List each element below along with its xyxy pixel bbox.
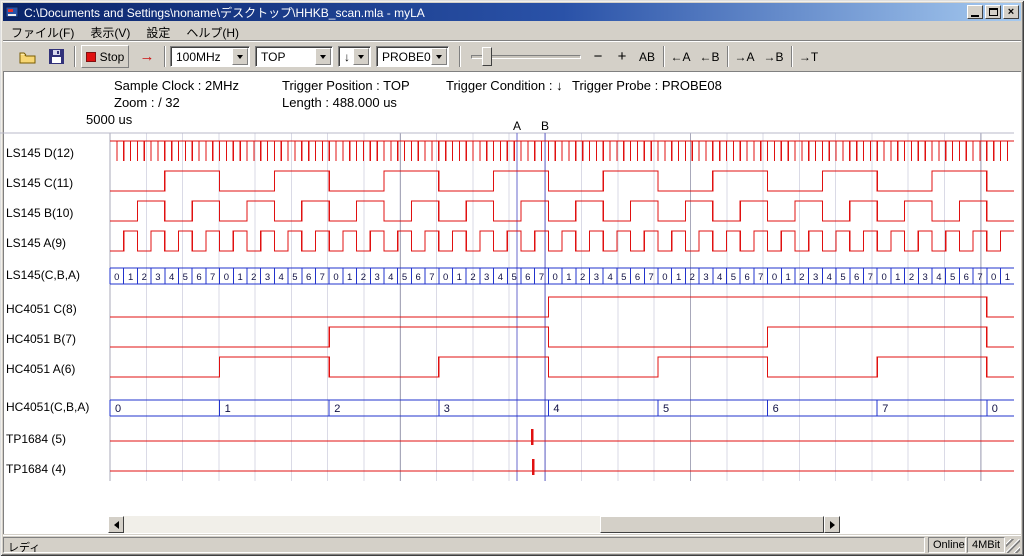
channel-label-hc4051-b: HC4051 B(7) — [6, 332, 106, 346]
zoom-slider-handle[interactable] — [482, 47, 492, 66]
channel-label-hc4051-a: HC4051 A(6) — [6, 362, 106, 376]
app-window: C:\Documents and Settings\noname\デスクトップ\… — [0, 0, 1024, 556]
sample-clock-info: Sample Clock : 2MHz — [114, 78, 239, 93]
channel-label-hc4051-bus: HC4051(C,B,A) — [6, 400, 106, 414]
menu-file[interactable]: ファイル(F) — [3, 22, 82, 40]
zoom-out-button[interactable]: − — [587, 45, 609, 68]
channel-label-ls145-a: LS145 A(9) — [6, 236, 106, 250]
app-icon — [5, 5, 20, 19]
status-ready: レディ — [3, 537, 925, 553]
close-icon: × — [1008, 6, 1014, 18]
channel-label-ls145-c: LS145 C(11) — [6, 176, 106, 190]
dropdown-arrow-icon[interactable] — [431, 48, 447, 65]
timebase-label: 5000 us — [86, 112, 132, 127]
toolbar-separator — [164, 46, 166, 67]
scroll-left-button[interactable] — [108, 516, 124, 533]
trigger-probe-value: PROBE00 — [382, 50, 437, 64]
trigger-probe-combo[interactable]: PROBE00 — [376, 46, 449, 67]
open-folder-icon — [19, 50, 37, 64]
scrollbar-thumb[interactable] — [600, 516, 824, 533]
channel-label-ls145-b: LS145 B(10) — [6, 206, 106, 220]
menu-view[interactable]: 表示(V) — [82, 22, 138, 40]
open-button[interactable] — [15, 45, 41, 68]
waveform-view[interactable] — [3, 71, 1021, 534]
menubar: ファイル(F) 表示(V) 設定 ヘルプ(H) — [3, 22, 247, 40]
status-memory: 4MBit — [967, 537, 1005, 553]
goto-a-left-button[interactable]: ←A — [667, 45, 694, 68]
trigger-position-info: Trigger Position : TOP — [282, 78, 410, 93]
run-arrow-icon: → — [140, 48, 155, 65]
minimize-button[interactable] — [967, 5, 983, 19]
trigger-edge-value: ↓ — [344, 50, 350, 64]
stop-icon — [86, 52, 96, 62]
channel-label-tp1684-4: TP1684 (4) — [6, 462, 106, 476]
zoom-in-button[interactable]: + — [611, 45, 633, 68]
titlebar[interactable]: C:\Documents and Settings\noname\デスクトップ\… — [3, 3, 1021, 21]
goto-a-right-button[interactable]: →A — [731, 45, 758, 68]
dropdown-arrow-icon[interactable] — [232, 48, 248, 65]
dropdown-arrow-icon[interactable] — [315, 48, 331, 65]
maximize-button[interactable] — [985, 5, 1001, 19]
length-info: Length : 488.000 us — [282, 95, 397, 110]
left-arrow-icon — [114, 521, 119, 529]
channel-label-hc4051-c: HC4051 C(8) — [6, 302, 106, 316]
goto-b-left-button[interactable]: ←B — [696, 45, 723, 68]
status-online: Online — [928, 537, 966, 553]
menu-help[interactable]: ヘルプ(H) — [178, 22, 247, 40]
toolbar-separator — [791, 46, 793, 67]
stop-label: Stop — [100, 50, 125, 64]
channel-label-tp1684-5: TP1684 (5) — [6, 432, 106, 446]
trigger-position-value: TOP — [261, 50, 285, 64]
goto-trigger-button[interactable]: →T — [795, 45, 822, 68]
horizontal-scrollbar[interactable] — [108, 516, 840, 533]
ab-button[interactable]: AB — [635, 45, 659, 68]
trigger-probe-info: Trigger Probe : PROBE08 — [572, 78, 722, 93]
stop-button[interactable]: Stop — [81, 45, 129, 68]
toolbar-separator — [727, 46, 729, 67]
close-button[interactable]: × — [1003, 5, 1019, 19]
toolbar-separator — [74, 46, 76, 67]
window-title: C:\Documents and Settings\noname\デスクトップ\… — [24, 4, 965, 21]
toolbar-separator — [459, 46, 461, 67]
save-button[interactable] — [43, 45, 69, 68]
toolbar: Stop → 100MHz TOP ↓ PROBE00 − + AB ←A ← — [3, 42, 1021, 71]
run-button[interactable]: → — [134, 45, 160, 68]
zoom-info: Zoom : / 32 — [114, 95, 180, 110]
channel-label-ls145-d: LS145 D(12) — [6, 146, 106, 160]
maximize-icon — [989, 8, 998, 16]
toolbar-separator — [663, 46, 665, 67]
scroll-right-button[interactable] — [824, 516, 840, 533]
right-arrow-icon — [830, 521, 835, 529]
menu-settings[interactable]: 設定 — [138, 22, 178, 40]
trigger-edge-combo[interactable]: ↓ — [338, 46, 371, 67]
minimize-icon — [971, 15, 979, 17]
dropdown-arrow-icon[interactable] — [353, 48, 369, 65]
goto-b-right-button[interactable]: →B — [760, 45, 787, 68]
trigger-position-combo[interactable]: TOP — [255, 46, 333, 67]
resize-grip[interactable] — [1006, 539, 1020, 553]
sample-clock-value: 100MHz — [176, 50, 221, 64]
channel-label-ls145-bus: LS145(C,B,A) — [6, 268, 106, 282]
floppy-icon — [49, 49, 64, 64]
statusbar: レディ Online 4MBit — [3, 535, 1021, 553]
trigger-condition-info: Trigger Condition : ↓ — [446, 78, 563, 93]
sample-clock-combo[interactable]: 100MHz — [170, 46, 250, 67]
